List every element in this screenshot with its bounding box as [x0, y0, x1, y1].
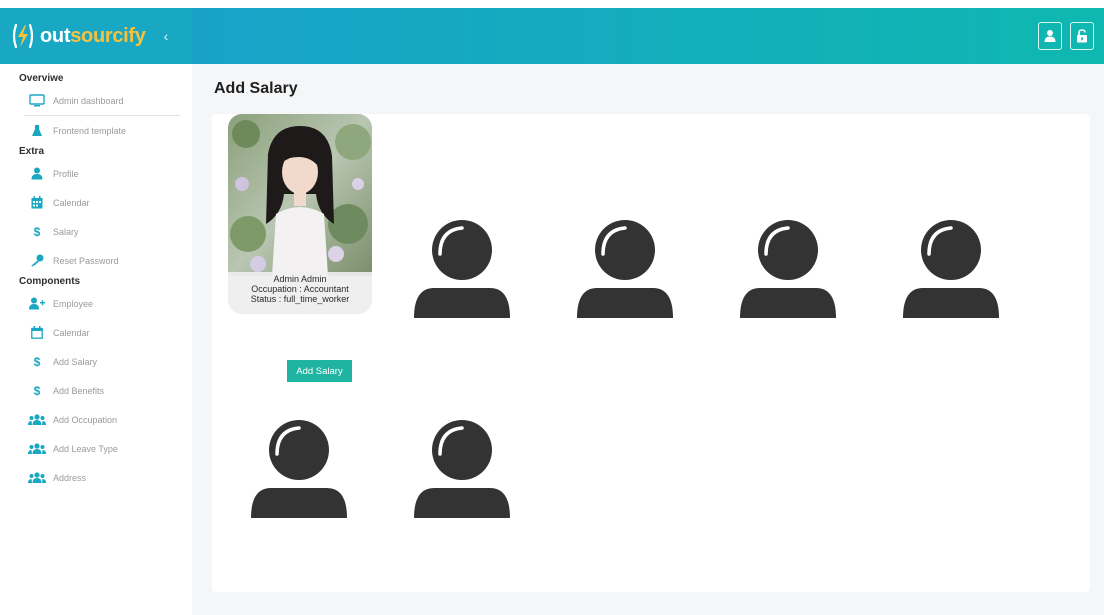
- sidebar-section-overview: Overviwe: [19, 73, 64, 84]
- chevron-left-icon[interactable]: ‹: [164, 28, 169, 44]
- user-plus-icon: [28, 297, 46, 311]
- add-salary-button[interactable]: Add Salary: [287, 360, 352, 382]
- dollar-icon: $: [33, 383, 41, 398]
- sidebar-item-calendar[interactable]: Calendar: [0, 318, 192, 347]
- calendar-icon: [28, 196, 46, 210]
- app-root: outsourcify ‹ Overviwe Admin dashboard F…: [0, 0, 1104, 615]
- sidebar-item-employee[interactable]: Employee: [0, 289, 192, 318]
- sidebar-section-components: Components: [19, 276, 81, 287]
- header-bar: [192, 8, 1104, 64]
- employee-name: Admin Admin: [273, 274, 327, 284]
- employee-avatar-placeholder[interactable]: [412, 218, 512, 318]
- sidebar-item-label: Add Salary: [53, 356, 98, 367]
- brand-name[interactable]: outsourcify: [40, 25, 146, 48]
- sidebar-item-label: Address: [53, 472, 87, 483]
- key-icon: [28, 254, 46, 268]
- sidebar-item-salary[interactable]: $ Salary: [0, 217, 192, 246]
- sidebar-item-label: Add Benefits: [53, 385, 105, 396]
- employee-photo: [228, 114, 372, 276]
- employee-avatar-placeholder[interactable]: [249, 418, 349, 518]
- employee-avatar-placeholder[interactable]: [412, 418, 512, 518]
- employee-info: Admin Admin Occupation : Accountant Stat…: [228, 272, 372, 314]
- users-icon: [28, 413, 46, 427]
- users-icon: [28, 442, 46, 456]
- sidebar-item-calendar[interactable]: Calendar: [0, 188, 192, 217]
- top-bar: outsourcify ‹: [0, 8, 1104, 64]
- sidebar-item-label: Calendar: [53, 327, 90, 338]
- brand-area: outsourcify ‹: [0, 8, 192, 64]
- brand-name-part1: out: [40, 24, 71, 47]
- sidebar-item-label: Profile: [53, 168, 79, 179]
- employee-avatar-placeholder[interactable]: [738, 218, 838, 318]
- flask-icon: [28, 124, 46, 138]
- employee-panel: Admin Admin Occupation : Accountant Stat…: [212, 114, 1090, 592]
- sidebar-item-label: Employee: [53, 298, 94, 309]
- brand-name-part2: sourcify: [70, 24, 146, 47]
- dollar-icon: $: [33, 354, 41, 369]
- sidebar-item-label: Reset Password: [53, 255, 119, 266]
- sidebar-item-label: Frontend template: [53, 125, 127, 136]
- sidebar-item-add-occupation[interactable]: Add Occupation: [0, 405, 192, 434]
- sidebar-item-label: Calendar: [53, 197, 90, 208]
- user-icon[interactable]: [1038, 22, 1062, 50]
- employee-status: Status : full_time_worker: [250, 294, 350, 304]
- sidebar-item-label: Add Occupation: [53, 414, 118, 425]
- sidebar-item-profile[interactable]: Profile: [0, 159, 192, 188]
- dollar-icon: $: [33, 224, 41, 239]
- sidebar-item-add-benefits[interactable]: $ Add Benefits: [0, 376, 192, 405]
- sidebar-item-address[interactable]: Address: [0, 463, 192, 492]
- sidebar-item-label: Admin dashboard: [53, 95, 124, 106]
- sidebar: Overviwe Admin dashboard Frontend templa…: [0, 64, 192, 615]
- sidebar-item-reset-password[interactable]: Reset Password: [0, 246, 192, 275]
- employee-avatar-placeholder[interactable]: [901, 218, 1001, 318]
- calendar-icon: [28, 326, 46, 340]
- lightning-logo-icon: [10, 22, 36, 50]
- sidebar-item-label: Add Leave Type: [53, 443, 118, 454]
- sidebar-item-admin-dashboard[interactable]: Admin dashboard: [0, 86, 192, 115]
- sidebar-item-frontend-template[interactable]: Frontend template: [0, 116, 192, 145]
- sidebar-section-extra: Extra: [19, 146, 45, 157]
- sidebar-item-label: Salary: [53, 226, 79, 237]
- sidebar-item-add-salary[interactable]: $ Add Salary: [0, 347, 192, 376]
- user-icon: [28, 167, 46, 181]
- employee-avatar-placeholder[interactable]: [575, 218, 675, 318]
- employee-card[interactable]: Admin Admin Occupation : Accountant Stat…: [228, 114, 372, 314]
- main-content: Add Salary Admin Admin Occupation: Acco…: [192, 64, 1104, 615]
- sidebar-item-add-leave-type[interactable]: Add Leave Type: [0, 434, 192, 463]
- unlock-icon[interactable]: [1070, 22, 1094, 50]
- page-title: Add Salary: [214, 80, 298, 97]
- monitor-icon: [28, 94, 46, 108]
- users-icon: [28, 471, 46, 485]
- employee-occupation: Occupation : Accountant: [251, 284, 349, 294]
